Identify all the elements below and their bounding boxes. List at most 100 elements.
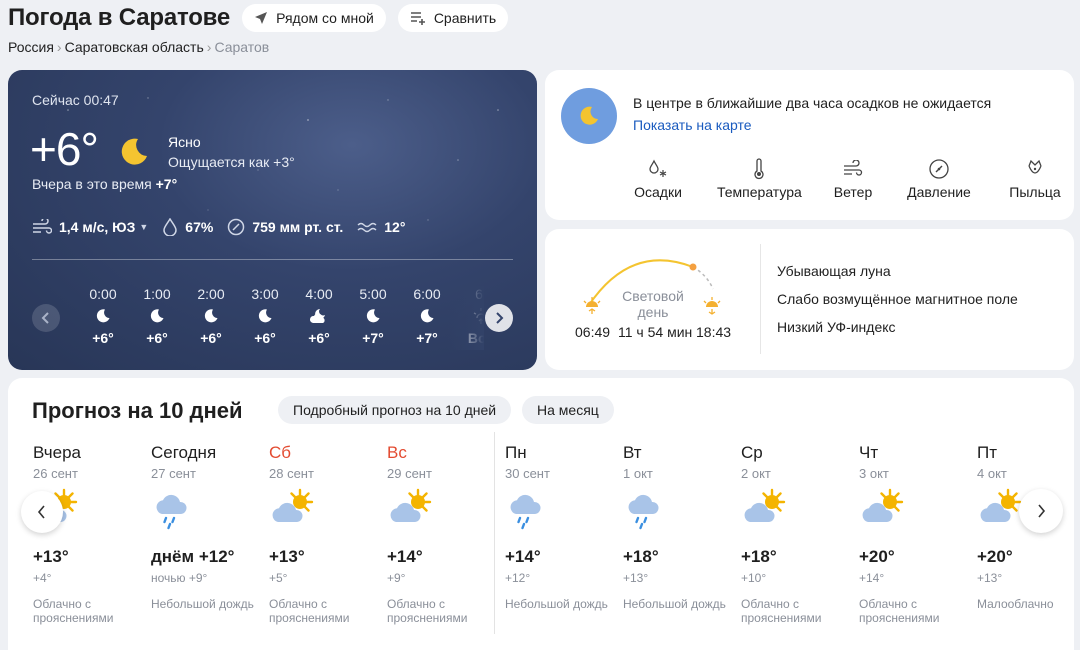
water-temp-param: 12° [357, 219, 405, 235]
day-date: 30 сент [505, 466, 550, 481]
rain-cloud-icon [150, 486, 198, 535]
tab-wind[interactable]: Ветер [831, 156, 875, 200]
sun-moon-card: Световой день 06:49 11 ч 54 мин 18:43 Уб… [545, 229, 1074, 370]
chevron-right-icon [496, 312, 504, 324]
precipitation-icon [649, 159, 667, 177]
detailed-forecast-button[interactable]: Подробный прогноз на 10 дней [278, 396, 512, 424]
day-temp: +13° [269, 547, 305, 566]
forecast-day[interactable]: Сб 28 сент +13° +5° Облачно с прояснениями [268, 434, 386, 634]
hour-temp: +6° [146, 330, 168, 346]
pollen-flower-icon [1028, 159, 1042, 174]
moon-icon [238, 304, 292, 328]
day-condition: Облачно с прояснениями [33, 597, 114, 625]
nearby-label: Рядом со мной [276, 10, 374, 26]
moon-icon [580, 106, 598, 125]
day-date: 4 окт [977, 466, 1007, 481]
show-map-link[interactable]: Показать на карте [633, 117, 752, 133]
hour-item: 4:00 +6° [292, 286, 346, 346]
hourly-fade [448, 286, 484, 350]
astro-facts: Убывающая луна Слабо возмущённое магнитн… [777, 263, 1018, 347]
partly-cloudy-icon [386, 486, 434, 535]
day-temp: +14° [505, 547, 541, 566]
night-temp: +10° [741, 571, 767, 585]
hour-item: 5:00 +7° [346, 286, 400, 346]
rain-cloud-icon [622, 486, 670, 535]
forecast-day[interactable]: Вт 1 окт +18° +13° Небольшой дождь [622, 434, 740, 634]
breadcrumb-country[interactable]: Россия [8, 39, 54, 55]
night-temp: +12° [505, 571, 531, 585]
night-temp: +9° [387, 571, 406, 585]
wind-direction-icon: ▼ [139, 222, 149, 232]
night-temp: ночью +9° [151, 571, 208, 585]
forecast-day[interactable]: Сегодня 27 сент днём +12° ночью +9° Небольшо… [150, 434, 268, 634]
day-length: 11 ч 54 мин [618, 324, 693, 340]
day-condition: Облачно с прояснениями [859, 597, 940, 625]
day-date: 3 окт [859, 466, 889, 481]
sunset-time: 18:43 [696, 324, 732, 340]
day-date: 28 сент [269, 466, 314, 481]
hour-time: 4:00 [305, 286, 333, 302]
day-condition: Небольшой дождь [151, 597, 254, 611]
night-temp: +13° [977, 571, 1003, 585]
nowcast-card: В центре в ближайшие два часа осадков не… [545, 70, 1074, 220]
moon-icon [346, 304, 400, 328]
partly-cloudy-icon [976, 486, 1024, 535]
breadcrumb-region[interactable]: Саратовская область [65, 39, 204, 55]
day-condition: Небольшой дождь [623, 597, 726, 611]
hours-next-button[interactable] [485, 304, 513, 332]
forecast-day[interactable]: Вс 29 сент +14° +9° Облачно с прояснениями [386, 434, 504, 634]
hour-temp: +6° [200, 330, 222, 346]
forecast-day[interactable]: Вчера 26 сент +13° +4° Облачно с прояснениям… [32, 434, 150, 634]
hour-item: 6:00 +7° [400, 286, 454, 346]
day-temp: +14° [387, 547, 423, 566]
current-temperature: +6° [30, 123, 99, 175]
hour-item: 1:00 +6° [130, 286, 184, 346]
forecast-day[interactable]: Ср 2 окт +18° +10° Облачно с прояснениями [740, 434, 858, 634]
nowcast-message: В центре в ближайшие два часа осадков не… [633, 95, 992, 111]
compare-button[interactable]: Сравнить [397, 4, 509, 32]
current-time: Сейчас 00:47 [32, 92, 119, 108]
nearby-button[interactable]: Рядом со мной [242, 4, 386, 32]
forecast-section: Прогноз на 10 дней Подробный прогноз на … [8, 378, 1074, 650]
hour-time: 2:00 [197, 286, 225, 302]
current-condition: Ясно [168, 134, 201, 150]
hours-prev-button[interactable] [32, 304, 60, 332]
forecast-day[interactable]: Пт 4 окт +20° +13° Малооблачно [976, 434, 1074, 634]
wind-value: 1,4 м/с, ЮЗ [59, 219, 136, 235]
wind-icon [33, 219, 52, 234]
current-weather-card[interactable]: Сейчас 00:47 +6° Ясно Ощущается как +3° … [8, 70, 537, 370]
page-header: Погода в Саратове Рядом со мной Сравнить [8, 2, 1072, 34]
forecast-prev-button[interactable] [21, 491, 63, 533]
partly-cloudy-icon [268, 486, 316, 535]
month-forecast-button[interactable]: На месяц [522, 396, 614, 424]
moon-icon [121, 138, 147, 165]
tab-temperature[interactable]: Температура [717, 156, 802, 200]
water-temp-value: 12° [384, 219, 406, 235]
location-arrow-icon [255, 12, 268, 24]
hour-temp: +6° [308, 330, 330, 346]
nowcast-moon-badge [561, 88, 617, 144]
daylight-label: Световой день [622, 288, 684, 320]
compare-label: Сравнить [433, 10, 497, 26]
tab-pollen[interactable]: Пыльца [1009, 156, 1061, 200]
day-temp: +18° [623, 547, 659, 566]
divider [32, 259, 513, 260]
feels-like: Ощущается как +3° [168, 154, 295, 170]
forecast-next-button[interactable] [1019, 489, 1063, 533]
compare-icon [410, 12, 425, 25]
hourly-strip: 0:00 +6° 1:00 +6° 2:00 +6° 3:00 +6° 4:00 +6° 5:00 +… [76, 286, 484, 350]
cloudy-night-icon [292, 304, 346, 328]
tab-pressure[interactable]: Давление [907, 156, 971, 200]
tab-label: Температура [717, 184, 802, 200]
day-condition: Небольшой дождь [505, 597, 608, 611]
tab-precipitation[interactable]: Осадки [633, 156, 683, 200]
yesterday-comparison: Вчера в это время +7° [32, 176, 177, 192]
day-name: Ср [741, 443, 763, 462]
chevron-left-icon [41, 312, 49, 324]
partly-cloudy-icon [858, 486, 906, 535]
forecast-day[interactable]: Пн 30 сент +14° +12° Небольшой дождь [504, 434, 622, 634]
page-title: Погода в Саратове [8, 4, 231, 31]
forecast-day[interactable]: Чт 3 окт +20° +14° Облачно с прояснениями [858, 434, 976, 634]
chevron-left-icon [37, 505, 45, 519]
tab-label: Давление [907, 184, 971, 200]
